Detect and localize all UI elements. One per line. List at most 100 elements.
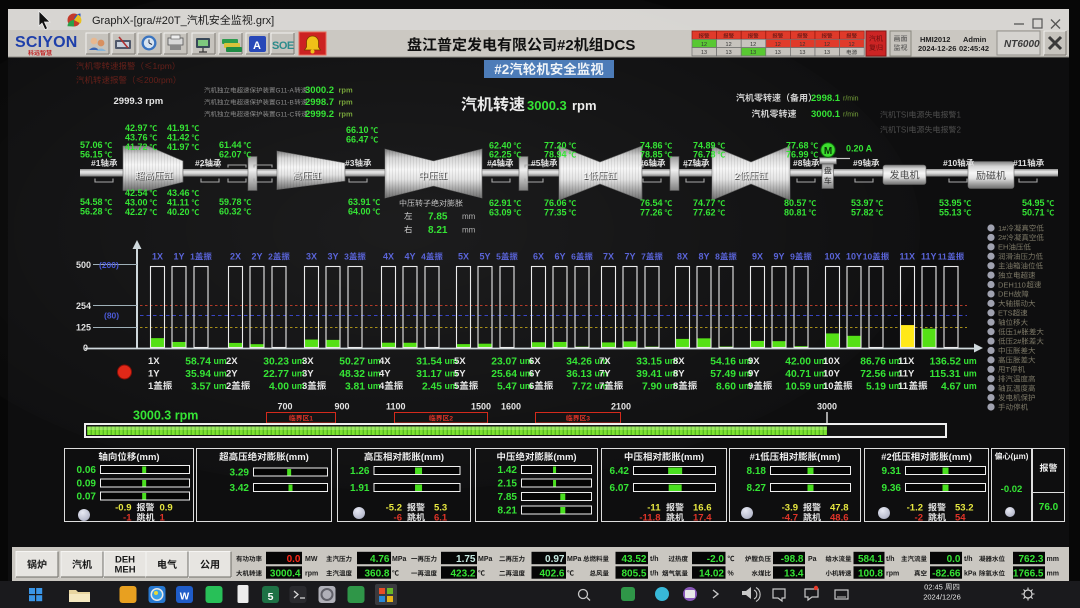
svg-text:t/h: t/h [650,556,659,563]
svg-text:43.52: 43.52 [621,554,646,565]
svg-text:66.10: 66.10 [346,125,369,135]
svg-text:#1: #1 [91,158,101,168]
svg-text:um: um [214,356,227,366]
svg-text:61.44: 61.44 [219,140,242,150]
svg-text:41.91: 41.91 [167,123,190,133]
svg-text:76.99: 76.99 [786,150,809,160]
svg-text:13: 13 [799,50,805,56]
svg-text:13: 13 [824,50,830,56]
svg-text:2999.3 rpm: 2999.3 rpm [114,96,164,107]
svg-text:55.13: 55.13 [939,208,962,218]
svg-text:0.97: 0.97 [545,554,565,565]
svg-text:#1: #1 [750,452,761,463]
svg-text:76.0: 76.0 [1039,502,1059,513]
svg-text:mm: mm [1047,556,1059,563]
svg-text:TSI: TSI [896,111,908,120]
svg-text:0.20 A: 0.20 A [846,144,873,154]
svg-text:-0.02: -0.02 [1001,484,1023,495]
svg-text:02:45:42: 02:45:42 [959,44,989,53]
svg-text:G11-C: G11-C [276,111,295,118]
svg-text:SOE: SOE [272,40,294,52]
svg-text:4.76: 4.76 [370,554,390,565]
svg-text:(: ( [1011,452,1014,461]
svg-text:54.58: 54.58 [80,197,103,207]
svg-text:8.21: 8.21 [428,225,448,236]
svg-text:14.02: 14.02 [699,569,724,580]
svg-text:72.56: 72.56 [860,369,886,380]
svg-text:77.26: 77.26 [640,208,663,218]
svg-text:10: 10 [823,381,834,392]
svg-text:12: 12 [849,42,855,48]
svg-text:2: 2 [268,252,273,262]
svg-text:DEH: DEH [998,290,1014,299]
svg-text:#8: #8 [793,158,803,168]
svg-text:7: 7 [599,381,604,392]
svg-text:Admin: Admin [963,35,987,44]
svg-text:40.20: 40.20 [167,207,190,217]
svg-text:6.07: 6.07 [610,483,630,494]
svg-text:MPa: MPa [478,556,493,563]
svg-text:3000.4: 3000.4 [270,569,301,580]
svg-text:62.25: 62.25 [489,150,512,160]
svg-text:2998.1: 2998.1 [811,93,841,104]
svg-text:A: A [253,40,261,52]
svg-text:kPa: kPa [964,571,977,578]
svg-text:4: 4 [421,252,426,262]
svg-text:(mm): (mm) [553,452,576,463]
svg-text:5Y: 5Y [454,369,466,380]
svg-text:43.00: 43.00 [125,198,148,208]
svg-text:W: W [180,592,190,603]
svg-text:MW: MW [305,556,318,563]
svg-text:54: 54 [955,513,966,524]
svg-text:23.07: 23.07 [491,356,517,367]
svg-text:54.16: 54.16 [710,356,736,367]
svg-text:0: 0 [83,343,88,353]
svg-text:-4.7: -4.7 [782,513,798,524]
svg-text:2X: 2X [226,356,238,367]
svg-text:7X: 7X [599,356,611,367]
svg-text:11: 11 [898,381,909,392]
svg-text:(200): (200) [99,260,119,270]
svg-text:59.78: 59.78 [219,197,242,207]
svg-text:2#: 2# [998,233,1007,242]
svg-text:T: T [1006,365,1011,374]
svg-text:12: 12 [799,42,805,48]
svg-text:2X: 2X [230,252,241,262]
svg-text:9X: 9X [752,252,763,262]
svg-text:8.27: 8.27 [747,483,767,494]
svg-text:(mm): (mm) [286,452,309,463]
svg-text:#3: #3 [345,158,355,168]
svg-text:1.42: 1.42 [498,465,518,476]
svg-text:7Y: 7Y [625,252,636,262]
svg-text:1.75: 1.75 [456,554,476,565]
svg-text:3Y: 3Y [328,252,339,262]
svg-text:11X: 11X [899,252,915,262]
svg-text:41.97: 41.97 [167,142,190,152]
svg-text:1#: 1# [1013,327,1022,336]
svg-text:200rpm: 200rpm [144,75,173,85]
svg-text:8Y: 8Y [673,369,685,380]
svg-text:-2: -2 [915,513,923,524]
svg-text:um: um [964,381,977,391]
svg-text:9: 9 [748,381,753,392]
svg-text:GraphX-[gra/#20T_: GraphX-[gra/#20T_ [92,15,188,27]
svg-text:EH: EH [998,243,1008,252]
svg-text:12: 12 [726,42,732,48]
svg-text:78.85: 78.85 [640,150,663,160]
svg-text:584.1: 584.1 [858,554,883,565]
svg-text:1: 1 [583,171,588,182]
svg-text:SCIYON: SCIYON [15,34,78,51]
svg-text:11Y: 11Y [921,252,937,262]
svg-text:360.8: 360.8 [364,569,389,580]
svg-text:2: 2 [226,381,231,392]
svg-text:7Y: 7Y [599,369,611,380]
svg-text:13: 13 [775,50,781,56]
svg-text:10: 10 [863,252,873,262]
svg-text:2Y: 2Y [252,252,263,262]
svg-text:805.5: 805.5 [621,569,646,580]
svg-text:6X: 6X [533,252,544,262]
svg-text:#10: #10 [943,158,957,168]
svg-text:100.8: 100.8 [858,569,883,580]
svg-text:ETS: ETS [998,309,1013,318]
svg-text:4X: 4X [379,356,391,367]
